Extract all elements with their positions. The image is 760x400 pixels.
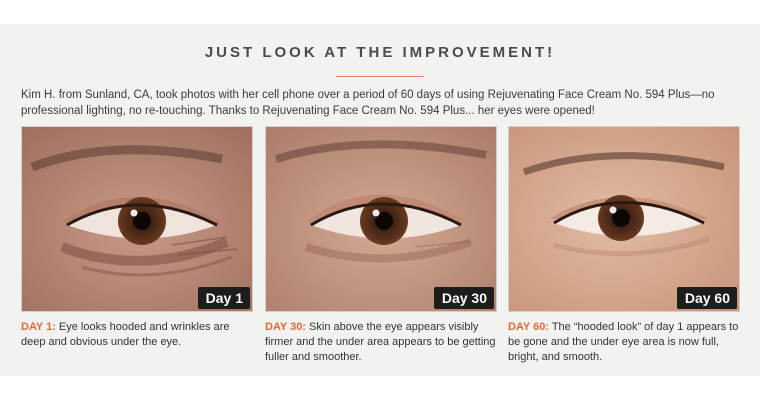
caption-day60: DAY 60: The “hooded look” of day 1 appea… xyxy=(508,320,740,365)
intro-text: Kim H. from Sunland, CA, took photos wit… xyxy=(21,89,715,117)
eye-illustration xyxy=(266,127,496,311)
comparison-card-day30: Day 30 DAY 30: Skin above the eye appear… xyxy=(265,126,497,365)
day-tag: Day 60 xyxy=(676,287,737,309)
caption-label: DAY 1: xyxy=(21,321,56,333)
eye-photo-day1: Day 1 xyxy=(21,126,253,312)
day-tag: Day 1 xyxy=(197,287,250,309)
eye-photo-day60: Day 60 xyxy=(508,126,740,312)
comparison-card-day1: Day 1 DAY 1: Eye looks hooded and wrinkl… xyxy=(21,126,253,350)
caption-label: DAY 60: xyxy=(508,321,549,333)
section-heading: JUST LOOK AT THE IMPROVEMENT! xyxy=(204,44,556,61)
caption-day30: DAY 30: Skin above the eye appears visib… xyxy=(265,320,497,365)
day-tag: Day 30 xyxy=(433,287,494,309)
caption-label: DAY 30: xyxy=(265,321,306,333)
eye-illustration xyxy=(22,127,252,311)
comparison-card-day60: Day 60 DAY 60: The “hooded look” of day … xyxy=(508,126,740,365)
content-panel: JUST LOOK AT THE IMPROVEMENT! Kim H. fro… xyxy=(0,24,760,376)
heading-divider xyxy=(336,76,424,77)
caption-day1: DAY 1: Eye looks hooded and wrinkles are… xyxy=(21,320,253,350)
eye-illustration xyxy=(509,127,739,311)
eye-photo-day30: Day 30 xyxy=(265,126,497,312)
